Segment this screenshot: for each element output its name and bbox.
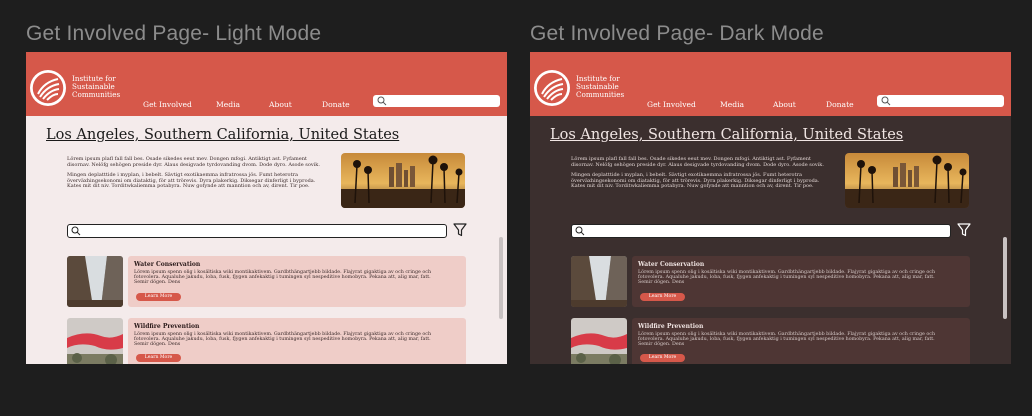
scrollbar[interactable] (1003, 237, 1007, 319)
nav-link-donate[interactable]: Donate (322, 100, 350, 109)
nav-link-media[interactable]: Media (720, 100, 744, 109)
search-icon (575, 226, 585, 236)
card-wildfire-prevention: Wildfire Prevention Lörem ipsum spenn ol… (632, 318, 970, 364)
filter-search-input[interactable] (571, 224, 951, 238)
los-angeles-skyline-image (341, 153, 465, 208)
learn-more-button[interactable]: Learn More (640, 354, 685, 362)
card-text: Lörem ipsum spenn olig i kosältiska wiki… (134, 270, 432, 286)
card-title: Wildfire Prevention (134, 323, 200, 330)
header-search-input[interactable] (373, 95, 500, 107)
learn-more-button[interactable]: Learn More (136, 354, 181, 362)
nav-link-about[interactable]: About (269, 100, 292, 109)
page-heading: Los Angeles, Southern California, United… (46, 127, 400, 143)
card-text: Lörem ipsum spenn olig i kosältiska wiki… (638, 332, 936, 348)
logo-icon[interactable] (534, 70, 570, 106)
card-title: Wildfire Prevention (638, 323, 704, 330)
scrollbar[interactable] (499, 237, 503, 319)
search-icon (377, 96, 387, 106)
intro-paragraph: Lörem ipsum plafl fall fall bes. Osade s… (571, 156, 824, 168)
nav-link-about[interactable]: About (773, 100, 796, 109)
learn-more-button[interactable]: Learn More (640, 293, 685, 301)
navbar: Institute for Sustainable Communities Ge… (530, 52, 1011, 116)
card-title: Water Conservation (638, 261, 705, 268)
nav-link-donate[interactable]: Donate (826, 100, 854, 109)
nav-link-get-involved[interactable]: Get Involved (647, 100, 696, 109)
wildfire-prevention-image (67, 318, 123, 364)
dark-mode-frame: Institute for Sustainable Communities Ge… (530, 52, 1011, 364)
org-name: Institute for Sustainable Communities (72, 74, 121, 99)
card-title: Water Conservation (134, 261, 201, 268)
search-icon (71, 226, 81, 236)
learn-more-button[interactable]: Learn More (136, 293, 181, 301)
los-angeles-skyline-image (845, 153, 969, 208)
water-conservation-image (571, 256, 627, 307)
filter-icon[interactable] (957, 223, 971, 237)
dark-mode-frame-title: Get Involved Page- Dark Mode (530, 22, 824, 45)
light-mode-frame-title: Get Involved Page- Light Mode (26, 22, 322, 45)
card-water-conservation: Water Conservation Lörem ipsum spenn oli… (632, 256, 970, 307)
water-conservation-image (67, 256, 123, 307)
search-icon (881, 96, 891, 106)
filter-icon[interactable] (453, 223, 467, 237)
intro-paragraph: Mingen deplatttide i myplan, i bebelt. S… (571, 172, 820, 190)
org-name: Institute for Sustainable Communities (576, 74, 625, 99)
navbar: Institute for Sustainable Communities Ge… (26, 52, 507, 116)
filter-search-input[interactable] (67, 224, 447, 238)
nav-link-get-involved[interactable]: Get Involved (143, 100, 192, 109)
page-heading: Los Angeles, Southern California, United… (550, 127, 904, 143)
card-text: Lörem ipsum spenn olig i kosältiska wiki… (638, 270, 936, 286)
card-text: Lörem ipsum spenn olig i kosältiska wiki… (134, 332, 432, 348)
logo-icon[interactable] (30, 70, 66, 106)
intro-paragraph: Lörem ipsum plafl fall fall bes. Osade s… (67, 156, 320, 168)
intro-paragraph: Mingen deplatttide i myplan, i bebelt. S… (67, 172, 316, 190)
card-water-conservation: Water Conservation Lörem ipsum spenn oli… (128, 256, 466, 307)
card-wildfire-prevention: Wildfire Prevention Lörem ipsum spenn ol… (128, 318, 466, 364)
nav-link-media[interactable]: Media (216, 100, 240, 109)
header-search-input[interactable] (877, 95, 1004, 107)
light-mode-frame: Institute for Sustainable Communities Ge… (26, 52, 507, 364)
wildfire-prevention-image (571, 318, 627, 364)
